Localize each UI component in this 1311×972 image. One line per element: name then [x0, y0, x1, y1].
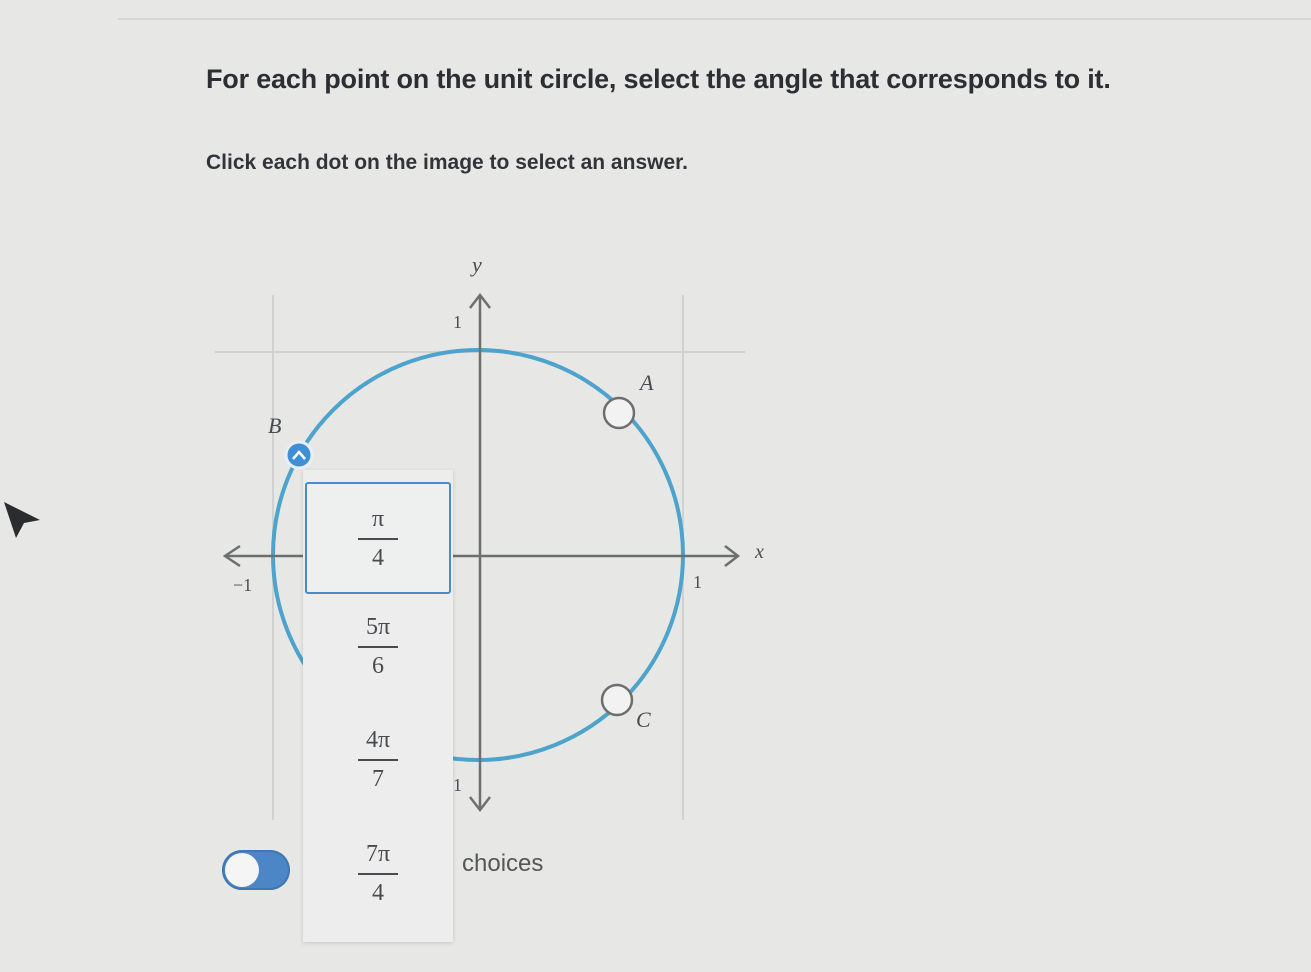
dropdown-option[interactable]: π 4 [305, 482, 451, 594]
question-title: For each point on the unit circle, selec… [206, 64, 1111, 94]
toggle-knob [225, 853, 259, 887]
point-b-label: B [268, 413, 282, 438]
tick-label-y-pos: 1 [453, 312, 462, 332]
tick-label-x-neg: −1 [233, 575, 253, 595]
point-c-label: C [636, 707, 651, 732]
unit-circle-svg [215, 292, 745, 820]
dropdown-option[interactable]: 4π 7 [303, 726, 453, 793]
point-c-dot[interactable] [600, 683, 634, 717]
y-axis-label: y [472, 252, 482, 277]
x-axis-label: x [755, 541, 764, 563]
option-numerator: 5π [365, 614, 391, 640]
dropdown-option[interactable]: 5π 6 [303, 613, 453, 680]
fraction-bar [358, 646, 398, 648]
option-denominator: 4 [372, 544, 384, 571]
mouse-cursor-icon [4, 502, 40, 538]
point-b-dot[interactable] [284, 440, 314, 470]
point-a-dot[interactable] [602, 396, 636, 430]
point-a-label: A [640, 370, 654, 395]
choices-label: choices [462, 850, 544, 877]
angle-dropdown-menu[interactable]: π 4 5π 6 4π 7 7π 4 [303, 470, 453, 942]
option-denominator: 4 [372, 880, 384, 906]
option-denominator: 7 [372, 766, 384, 792]
fraction-bar [358, 537, 398, 540]
option-numerator: 4π [365, 727, 391, 753]
option-numerator: π [371, 505, 385, 532]
tick-label-x-pos: 1 [693, 572, 702, 592]
top-divider [118, 18, 1311, 20]
fraction-bar [358, 759, 398, 761]
instruction-text: Click each dot on the image to select an… [206, 151, 688, 174]
option-numerator: 7π [365, 841, 391, 867]
fraction-bar [358, 873, 398, 875]
unit-circle-graph: y x 1 1 1 −1 A B C [200, 240, 800, 940]
option-denominator: 6 [372, 653, 384, 679]
choices-toggle[interactable] [222, 850, 290, 890]
dropdown-option[interactable]: 7π 4 [303, 840, 453, 907]
tick-label-y-neg: 1 [453, 775, 462, 795]
